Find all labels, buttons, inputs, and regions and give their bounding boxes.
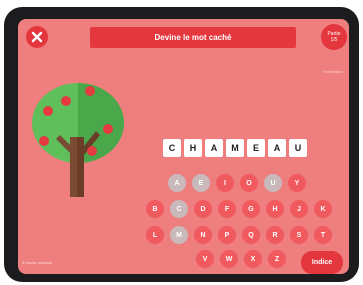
key-x[interactable]: X (244, 250, 262, 268)
key-l[interactable]: L (146, 226, 164, 244)
apple-tree-illustration (32, 83, 124, 197)
letter-box: A (205, 139, 223, 157)
key-z[interactable]: Z (268, 250, 286, 268)
key-y[interactable]: Y (288, 174, 306, 192)
letter-box: U (289, 139, 307, 157)
key-f[interactable]: F (218, 200, 236, 218)
letter-box: A (268, 139, 286, 157)
key-c[interactable]: C (170, 200, 188, 218)
key-d[interactable]: D (194, 200, 212, 218)
hint-button[interactable]: Indice (301, 251, 343, 274)
key-h[interactable]: H (266, 200, 284, 218)
key-r[interactable]: R (266, 226, 284, 244)
round-badge: Partie 1/5 (321, 24, 347, 50)
round-value: 1/5 (330, 37, 338, 43)
letter-box: H (184, 139, 202, 157)
keyboard-row-consonants-2: L M N P Q R S T (146, 226, 332, 244)
key-v[interactable]: V (196, 250, 214, 268)
key-p[interactable]: P (218, 226, 236, 244)
game-screen: Devine le mot caché Partie 1/5 Fond blan… (18, 19, 349, 274)
tablet-frame: Devine le mot caché Partie 1/5 Fond blan… (4, 7, 359, 282)
key-e[interactable]: E (192, 174, 210, 192)
letter-box: E (247, 139, 265, 157)
letter-box: C (163, 139, 181, 157)
key-s[interactable]: S (290, 226, 308, 244)
top-right-option[interactable]: Fond blanc (323, 69, 343, 74)
keyboard-row-consonants-1: B C D F G H J K (146, 200, 332, 218)
key-j[interactable]: J (290, 200, 308, 218)
letter-box: M (226, 139, 244, 157)
key-a[interactable]: A (168, 174, 186, 192)
key-k[interactable]: K (314, 200, 332, 218)
keyboard-row-consonants-3: V W X Z (196, 250, 286, 268)
keyboard-row-vowels: A E I O U Y (168, 174, 306, 192)
key-u[interactable]: U (264, 174, 282, 192)
close-button[interactable] (26, 26, 48, 48)
key-o[interactable]: O (240, 174, 258, 192)
key-w[interactable]: W (220, 250, 238, 268)
hidden-word: C H A M E A U (163, 139, 307, 157)
key-n[interactable]: N (194, 226, 212, 244)
key-m[interactable]: M (170, 226, 188, 244)
close-icon (31, 31, 43, 43)
key-b[interactable]: B (146, 200, 164, 218)
key-t[interactable]: T (314, 226, 332, 244)
key-i[interactable]: I (216, 174, 234, 192)
attempts-remaining: 3 essais restants (22, 260, 53, 265)
key-q[interactable]: Q (242, 226, 260, 244)
key-g[interactable]: G (242, 200, 260, 218)
game-title: Devine le mot caché (90, 27, 296, 48)
